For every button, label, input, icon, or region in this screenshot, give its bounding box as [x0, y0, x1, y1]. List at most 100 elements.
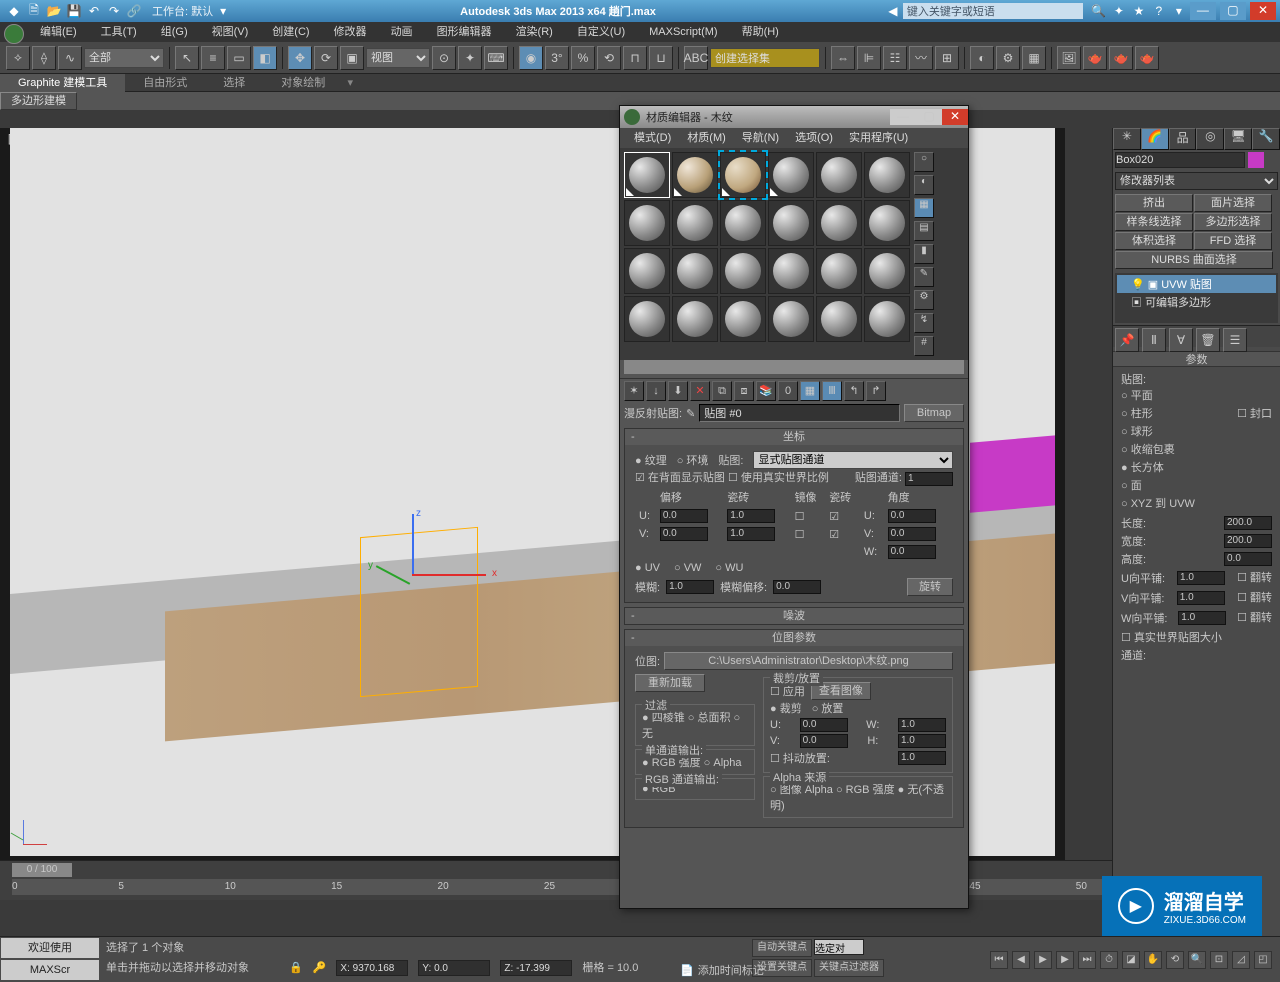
maptype-face[interactable]: 面 — [1121, 477, 1272, 495]
bluroff-spinner[interactable]: 0.0 — [773, 580, 821, 594]
timetag-icon[interactable]: 📄 — [680, 964, 694, 977]
manip-icon[interactable]: ✦ — [458, 46, 482, 70]
undo-icon[interactable]: ↶ — [86, 3, 102, 19]
cap-check[interactable]: 封口 — [1237, 405, 1272, 423]
utile-spinner[interactable]: 1.0 — [1177, 571, 1225, 585]
material-slot-15[interactable] — [768, 248, 814, 294]
matmenu-options[interactable]: 选项(O) — [787, 128, 841, 148]
panel-polymodel[interactable]: 多边形建模 — [0, 92, 77, 110]
link-tool-icon[interactable]: ⟡ — [6, 46, 30, 70]
matid-channel-icon[interactable]: 0 — [778, 381, 798, 401]
background-icon[interactable]: ▦ — [914, 198, 934, 218]
modbtn-volsel[interactable]: 体积选择 — [1115, 232, 1193, 250]
tab-utilities-icon[interactable]: 🔧 — [1252, 128, 1280, 150]
alpha-rgb[interactable]: RGB 强度 — [836, 784, 895, 796]
zoom-icon[interactable]: 🔍 — [1188, 951, 1206, 969]
material-slot-4[interactable] — [816, 152, 862, 198]
material-slot-0[interactable] — [624, 152, 670, 198]
remove-mod-icon[interactable]: 🗑 — [1196, 328, 1220, 352]
tilechk-u[interactable] — [829, 511, 839, 523]
material-slot-7[interactable] — [672, 200, 718, 246]
scale-tool-icon[interactable]: ▣ — [340, 46, 364, 70]
autokey-mode[interactable] — [814, 939, 864, 955]
redo-icon[interactable]: ↷ — [106, 3, 122, 19]
matmenu-nav[interactable]: 导航(N) — [734, 128, 787, 148]
tab-create-icon[interactable]: ✳ — [1113, 128, 1141, 150]
make-unique-icon[interactable]: ∀ — [1169, 328, 1193, 352]
maxscript-listener-button[interactable]: MAXScr — [1, 960, 99, 980]
coord-header[interactable]: 坐标 — [625, 429, 963, 445]
magnet-icon[interactable]: ⊓ — [623, 46, 647, 70]
crop-w[interactable]: 1.0 — [898, 718, 946, 732]
time-slider[interactable]: 0 / 100 — [12, 863, 72, 877]
timetag-label[interactable]: 添加时间标记 — [698, 962, 764, 978]
get-material-icon[interactable]: ✶ — [624, 381, 644, 401]
backlight-icon[interactable]: ◐ — [914, 175, 934, 195]
realworld-check[interactable]: 真实世界贴图大小 — [1121, 629, 1272, 647]
uv-radio[interactable]: UV — [635, 562, 660, 574]
rotate-tool-icon[interactable]: ⟳ — [314, 46, 338, 70]
matid-icon[interactable]: # — [914, 336, 934, 356]
wu-radio[interactable]: WU — [715, 562, 743, 574]
go-forward-icon[interactable]: ↱ — [866, 381, 886, 401]
menu-view[interactable]: 视图(V) — [200, 22, 261, 42]
mapchannel-spinner[interactable]: 1 — [905, 472, 953, 486]
save-icon[interactable]: 💾 — [66, 3, 82, 19]
maptype-cyl[interactable]: 柱形 — [1121, 405, 1153, 423]
star-icon[interactable]: ★ — [1131, 3, 1147, 19]
angle-u[interactable]: 0.0 — [888, 509, 936, 523]
coord-texture-radio[interactable]: 纹理 — [635, 452, 667, 468]
maximize-button[interactable]: ▢ — [1220, 2, 1246, 20]
chevron-down-icon[interactable]: ▾ — [1171, 3, 1187, 19]
object-name-field[interactable] — [1115, 152, 1245, 168]
noise-header[interactable]: 噪波 — [625, 608, 963, 624]
maxview-icon[interactable]: ◰ — [1254, 951, 1272, 969]
select-tool-icon[interactable]: ↖ — [175, 46, 199, 70]
sample-type-icon[interactable]: ○ — [914, 152, 934, 172]
wtile-spinner[interactable]: 1.0 — [1178, 611, 1226, 625]
material-slot-18[interactable] — [624, 296, 670, 342]
matmenu-mode[interactable]: 模式(D) — [626, 128, 679, 148]
rotate-button[interactable]: 旋转 — [907, 578, 953, 596]
maptype-planar[interactable]: 平面 — [1121, 387, 1272, 405]
modbtn-extrude[interactable]: 挤出 — [1115, 194, 1193, 212]
keymode-icon[interactable]: ⌨ — [484, 46, 508, 70]
menu-maxscript[interactable]: MAXScript(M) — [637, 22, 729, 42]
render-active-icon[interactable]: 🫖 — [1135, 46, 1159, 70]
assign-sel-icon[interactable]: ⬇ — [668, 381, 688, 401]
menu-modifier[interactable]: 修改器 — [322, 22, 379, 42]
select-name-icon[interactable]: ≡ — [201, 46, 225, 70]
coord-z-field[interactable] — [500, 960, 572, 976]
material-slot-8[interactable] — [720, 200, 766, 246]
named-selset-combo[interactable] — [710, 48, 820, 68]
open-icon[interactable]: 📂 — [46, 3, 62, 19]
rollout-params-header[interactable]: 参数 — [1113, 351, 1280, 367]
crop-h[interactable]: 1.0 — [898, 734, 946, 748]
menu-animation[interactable]: 动画 — [379, 22, 425, 42]
material-slot-16[interactable] — [816, 248, 862, 294]
angle-w[interactable]: 0.0 — [888, 545, 936, 559]
maptype-box[interactable]: 长方体 — [1121, 459, 1272, 477]
coord-env-radio[interactable]: 环境 — [677, 452, 709, 468]
material-slot-19[interactable] — [672, 296, 718, 342]
configure-icon[interactable]: ☰ — [1223, 328, 1247, 352]
material-slot-20[interactable] — [720, 296, 766, 342]
window-crossing-icon[interactable]: ◧ — [253, 46, 277, 70]
show-end-icon[interactable]: Ⅲ — [822, 381, 842, 401]
menu-custom[interactable]: 自定义(U) — [565, 22, 637, 42]
play-end-icon[interactable]: ⏭ — [1078, 951, 1096, 969]
make-unique-icon[interactable]: ⧈ — [734, 381, 754, 401]
material-slot-9[interactable] — [768, 200, 814, 246]
tab-motion-icon[interactable]: ◎ — [1196, 128, 1224, 150]
jitter-spinner[interactable]: 1.0 — [898, 751, 946, 765]
blur-spinner[interactable]: 1.0 — [666, 580, 714, 594]
video-color-icon[interactable]: ▮ — [914, 244, 934, 264]
object-color-swatch[interactable] — [1248, 152, 1264, 168]
modifier-list-combo[interactable]: 修改器列表 — [1115, 172, 1278, 190]
menu-render[interactable]: 渲染(R) — [504, 22, 565, 42]
isolate-icon[interactable]: ◪ — [1122, 951, 1140, 969]
bitmap-header[interactable]: 位图参数 — [625, 630, 963, 646]
tab-display-icon[interactable]: 🖥 — [1224, 128, 1252, 150]
tab-hierarchy-icon[interactable]: 品 — [1169, 128, 1197, 150]
selection-scope-combo[interactable]: 全部 — [84, 48, 164, 68]
